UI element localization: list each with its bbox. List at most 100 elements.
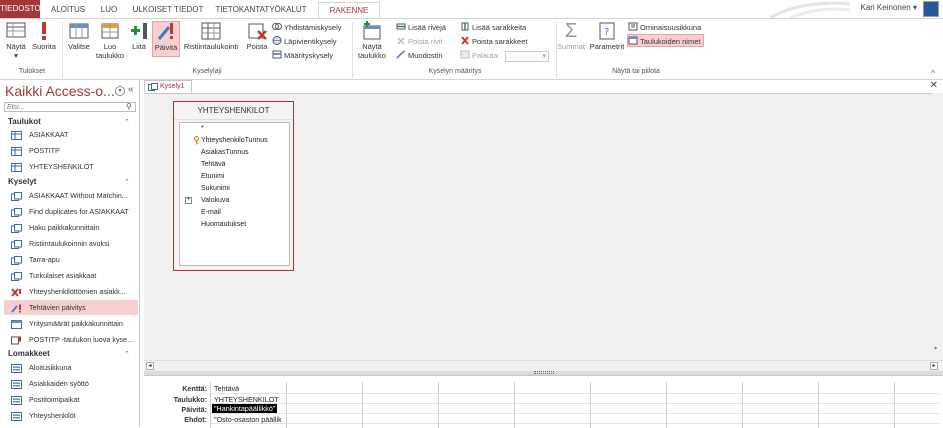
chevron-up-icon[interactable]: ⌃ — [124, 178, 130, 186]
nav-search-input[interactable]: Etsi... — [4, 102, 136, 112]
union-icon — [272, 22, 282, 31]
query-icon — [11, 271, 22, 281]
view-button[interactable]: Näytä ▾ — [4, 21, 28, 60]
field-list[interactable]: * YhteyshenkiloTunnus AsiakasTunnus Teht… — [179, 122, 290, 266]
field-list-title[interactable]: YHTEYSHENKILOT — [174, 102, 293, 120]
nav-item-query[interactable]: Find duplicates for ASIAKKAAT — [4, 204, 138, 219]
grid-cell-field[interactable]: Tehtävä — [214, 384, 239, 393]
user-name[interactable]: Kari Keinonen ▾ — [860, 3, 917, 12]
field-item[interactable]: * — [201, 125, 204, 132]
user-avatar[interactable] — [923, 1, 939, 17]
document-tab-query[interactable]: Kysely1 — [144, 80, 192, 93]
scroll-left-icon[interactable]: ◂ — [146, 362, 154, 370]
update-query-button[interactable]: Päivitä — [152, 21, 180, 57]
grid-cell-table[interactable]: YHTEYSHENKILOT — [214, 395, 279, 404]
nav-item-table[interactable]: ASIAKKAAT — [4, 127, 138, 142]
insert-columns-button[interactable]: Lisää sarakkeita — [460, 21, 526, 34]
grid-cell-update-to[interactable]: "Hankintapäällikkö" — [212, 404, 278, 413]
field-item[interactable]: Valokuva — [201, 197, 229, 204]
run-button[interactable]: Suorita — [30, 21, 58, 51]
nav-item-form[interactable]: Yhteyshenkilöt — [4, 408, 138, 423]
query-icon — [11, 207, 22, 217]
horizontal-scrollbar[interactable]: ◂ ▸ — [144, 360, 943, 371]
return-dropdown[interactable]: ▾ — [505, 51, 549, 62]
delete-columns-button[interactable]: Poista sarakkeet — [460, 35, 527, 48]
expand-icon[interactable]: + — [185, 197, 192, 204]
field-item[interactable]: Etunimi — [201, 173, 224, 180]
grid-column[interactable] — [362, 382, 363, 428]
nav-item-query[interactable]: Tarra-apu — [4, 252, 138, 267]
scroll-down-icon[interactable]: ▾ — [934, 345, 937, 352]
builder-button[interactable]: Muodostin — [396, 49, 443, 62]
delete-query-button[interactable]: Poista — [244, 21, 270, 51]
make-table-icon — [99, 21, 121, 41]
table-names-button[interactable]: Taulukoiden nimet — [627, 34, 705, 47]
parameters-button[interactable]: ? Parametrit — [588, 21, 626, 51]
tab-design[interactable]: RAKENNE — [318, 2, 380, 19]
passthrough-query-button[interactable]: Läpivientikysely — [272, 35, 337, 48]
chevron-up-icon[interactable]: ⌃ — [124, 118, 130, 126]
append-button[interactable]: Liitä — [128, 21, 150, 51]
close-document-icon[interactable]: ✕ — [930, 80, 938, 91]
grid-column[interactable] — [590, 382, 591, 428]
grid-column[interactable] — [514, 382, 515, 428]
grid-column[interactable] — [666, 382, 667, 428]
field-item[interactable]: E-mail — [201, 209, 221, 216]
nav-item-query[interactable]: ASIAKKAAT Without Matchin... — [4, 188, 138, 203]
grid-column[interactable] — [286, 382, 287, 428]
select-query-button[interactable]: Valitse — [64, 21, 94, 51]
nav-title[interactable]: Kaikki Access-o... — [5, 83, 115, 99]
field-list-window[interactable]: YHTEYSHENKILOT * YhteyshenkiloTunnus Asi… — [173, 101, 294, 271]
nav-item-query[interactable]: Ristiintaulukoinnin avuksi — [4, 236, 138, 251]
delete-columns-icon — [460, 36, 470, 45]
insert-rows-button[interactable]: Lisää rivejä — [396, 21, 446, 34]
tab-create[interactable]: LUO — [96, 2, 122, 18]
vertical-scrollbar[interactable]: ▾ — [932, 93, 943, 360]
grid-cell-criteria[interactable]: "Osto-osaston päällik — [214, 415, 286, 424]
nav-item-query[interactable]: Yhteyshenkilöttömien asiakk... — [4, 284, 138, 299]
scroll-right-icon[interactable]: ▸ — [930, 362, 938, 370]
field-item[interactable]: AsiakasTunnus — [201, 149, 249, 156]
nav-item-form[interactable]: Asiakkaiden syöttö — [4, 376, 138, 391]
nav-item-table[interactable]: POSTITP — [4, 143, 138, 158]
property-sheet-button[interactable]: Ominaisuusikkuna — [628, 21, 701, 34]
union-query-button[interactable]: Yhdistämiskysely — [272, 21, 342, 34]
nav-item-query[interactable]: Haku paikkakunnittain — [4, 220, 138, 235]
grid-column[interactable] — [742, 382, 743, 428]
grid-column[interactable] — [894, 382, 895, 428]
nav-group-tables[interactable]: Taulukot — [8, 117, 41, 126]
grid-column[interactable] — [438, 382, 439, 428]
field-item[interactable]: Sukunimi — [201, 185, 230, 192]
make-table-button[interactable]: Luo taulukko — [94, 21, 126, 60]
grid-column[interactable] — [210, 382, 211, 428]
nav-menu-chevron-icon[interactable]: ▾ — [115, 86, 125, 96]
nav-item-table[interactable]: YHTEYSHENKILOT — [4, 159, 138, 174]
totals-button[interactable]: Σ Summat — [556, 21, 586, 51]
nav-group-queries[interactable]: Kyselyt — [8, 177, 36, 186]
grid-column[interactable] — [818, 382, 819, 428]
nav-collapse-icon[interactable]: « — [128, 84, 134, 95]
tab-home[interactable]: ALOITUS — [46, 2, 90, 18]
show-table-button[interactable]: Näytä taulukko — [355, 21, 389, 60]
field-item[interactable]: YhteyshenkiloTunnus — [201, 137, 268, 144]
nav-item-query[interactable]: Yritysmäärät paikkakunnittain — [4, 316, 138, 331]
nav-item-form[interactable]: Aloitusikkuna — [4, 360, 138, 375]
tab-database-tools[interactable]: TIETOKANTATYÖKALUT — [212, 2, 310, 18]
chevron-up-icon[interactable]: ⌃ — [124, 350, 130, 358]
nav-item-form[interactable]: Postitoimipaikat — [4, 392, 138, 407]
grid-label-update-to: Päivitä: — [181, 405, 207, 414]
field-item[interactable]: Huomautukset — [201, 221, 246, 228]
tab-file[interactable]: TIEDOSTO — [0, 0, 41, 18]
data-definition-query-button[interactable]: Määrityskysely — [272, 49, 333, 62]
query-design-grid[interactable]: Kenttä: Taulukko: Päivitä: Ehdot: Tehtäv… — [144, 375, 943, 428]
tab-external-data[interactable]: ULKOISET TIEDOT — [129, 2, 207, 18]
search-icon[interactable]: ⚲ — [126, 102, 132, 111]
delete-rows-button[interactable]: Poista rivit — [396, 35, 443, 48]
nav-item-query-selected[interactable]: Tehtävien päivitys — [4, 300, 138, 315]
nav-item-query[interactable]: POSTITP -taulukon luova kyse... — [4, 332, 138, 347]
field-item[interactable]: Tehtävä — [201, 161, 226, 168]
collapse-ribbon-icon[interactable]: ^ — [931, 69, 935, 78]
nav-item-query[interactable]: Turkulaiset asiakkaat — [4, 268, 138, 283]
crosstab-button[interactable]: Ristiintaulukointi — [182, 21, 240, 51]
nav-group-forms[interactable]: Lomakkeet — [8, 349, 50, 358]
